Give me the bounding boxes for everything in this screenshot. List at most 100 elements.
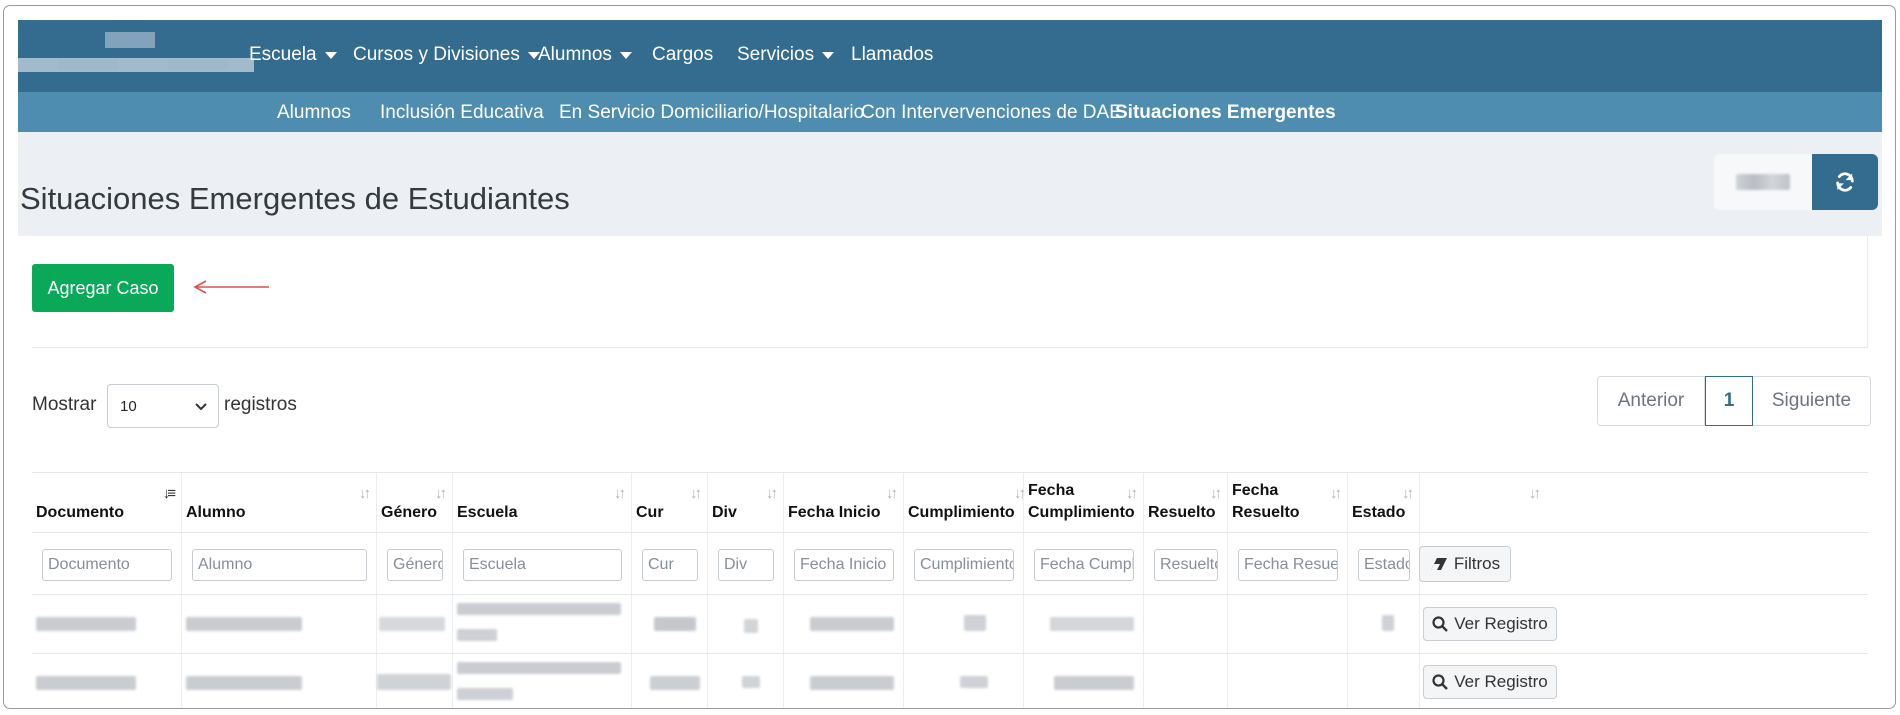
col-escuela-label: Escuela	[457, 504, 518, 521]
col-cur-label: Cur	[636, 504, 664, 521]
redacted-value	[379, 617, 445, 631]
filter-escuela-input[interactable]: Escuela	[463, 549, 622, 581]
window-frame: Escuela Cursos y Divisiones Alumnos Carg…	[3, 5, 1896, 709]
subnav-intervenciones-dae[interactable]: Con Intervervenciones de DAE	[861, 102, 1122, 124]
sort-icon: ↓↑	[1014, 485, 1026, 502]
refresh-icon	[1836, 172, 1854, 192]
nav-cursos-divisiones[interactable]: Cursos y Divisiones	[353, 44, 540, 66]
app: Escuela Cursos y Divisiones Alumnos Carg…	[18, 20, 1882, 708]
filter-cumplimiento-input[interactable]: Cumplimiento	[914, 549, 1014, 581]
divider	[32, 347, 1868, 348]
sub-navbar: Alumnos Inclusión Educativa En Servicio …	[18, 92, 1882, 132]
refresh-button[interactable]	[1812, 154, 1878, 210]
logo[interactable]	[18, 28, 254, 84]
filter-resuelto-input[interactable]: Resuelto	[1154, 549, 1218, 581]
filter-cur-input[interactable]: Cur	[642, 549, 698, 581]
col-estado-label: Estado	[1352, 504, 1406, 521]
redacted-value	[964, 615, 986, 631]
nav-escuela[interactable]: Escuela	[249, 44, 337, 66]
col-escuela[interactable]: Escuela ↓↑	[453, 473, 632, 532]
nav-cargos-label: Cargos	[652, 44, 714, 65]
filters-button[interactable]: Filtros	[1419, 546, 1511, 582]
pagination-next[interactable]: Siguiente	[1753, 376, 1871, 426]
sort-icon: ↓↑	[614, 485, 626, 502]
top-navbar: Escuela Cursos y Divisiones Alumnos Carg…	[18, 20, 1882, 92]
col-documento[interactable]: Documento ↓≡	[32, 473, 182, 532]
col-resuelto[interactable]: Resuelto ↓↑	[1144, 473, 1228, 532]
redacted-value	[744, 619, 758, 633]
filter-alumno-input[interactable]: Alumno	[192, 549, 367, 581]
page-title: Situaciones Emergentes de Estudiantes	[20, 181, 570, 216]
redacted-value	[650, 676, 700, 690]
col-fecha-cumplimiento-label: Fecha Cumplimiento	[1028, 482, 1135, 521]
sort-icon: ↓↑	[359, 485, 371, 502]
col-cur[interactable]: Cur ↓↑	[632, 473, 708, 532]
filter-fecha-resuelto-input[interactable]: Fecha Resuelto	[1238, 549, 1338, 581]
chevron-down-icon	[195, 403, 207, 411]
sort-icon: ↓↑	[435, 485, 447, 502]
nav-cursos-label: Cursos y Divisiones	[353, 44, 520, 65]
col-actions: ↓↑	[1420, 473, 1546, 532]
divider	[1867, 236, 1868, 348]
page-length-select[interactable]: 10	[107, 384, 219, 428]
length-prefix: Mostrar	[32, 394, 97, 415]
view-record-button[interactable]: Ver Registro	[1423, 607, 1557, 641]
sort-icon: ↓↑	[1529, 485, 1541, 502]
sort-icon: ↓↑	[1402, 485, 1414, 502]
filters-label: Filtros	[1453, 554, 1501, 573]
add-case-button[interactable]: Agregar Caso	[32, 264, 174, 312]
filter-fecha-inicio-input[interactable]: Fecha Inicio	[794, 549, 894, 581]
view-record-label: Ver Registro	[1454, 614, 1548, 633]
redacted-value	[186, 617, 302, 631]
subnav-situaciones-emergentes[interactable]: Situaciones Emergentes	[1115, 102, 1336, 124]
pagination-previous[interactable]: Anterior	[1597, 376, 1705, 426]
col-cumplimiento[interactable]: Cumplimiento ↓↑	[904, 473, 1026, 532]
eraser-icon	[1430, 558, 1447, 570]
sort-icon: ↓↑	[1330, 485, 1342, 502]
year-selector[interactable]	[1714, 154, 1812, 210]
pagination-page-1[interactable]: 1	[1705, 376, 1753, 426]
col-fecha-inicio[interactable]: Fecha Inicio ↓↑	[784, 473, 904, 532]
nav-alumnos[interactable]: Alumnos	[538, 44, 632, 66]
col-cumplimiento-label: Cumplimiento	[908, 504, 1015, 521]
redacted-value	[457, 688, 513, 700]
col-div-label: Div	[712, 504, 737, 521]
view-record-button[interactable]: Ver Registro	[1423, 665, 1557, 699]
redacted-value	[810, 676, 894, 690]
col-fecha-inicio-label: Fecha Inicio	[788, 504, 881, 521]
nav-servicios[interactable]: Servicios	[737, 44, 835, 66]
filter-fecha-cumplimiento-input[interactable]: Fecha Cumplir	[1034, 549, 1134, 581]
subnav-inclusion-educativa[interactable]: Inclusión Educativa	[380, 102, 544, 124]
cases-table: Documento ↓≡ Alumno ↓↑ Género ↓↑ Escuela ↓↑ …	[32, 472, 1868, 708]
filter-documento-input[interactable]: Documento	[42, 549, 172, 581]
nav-servicios-label: Servicios	[737, 44, 815, 65]
search-icon	[1432, 616, 1449, 632]
sort-icon: ↓↑	[690, 485, 702, 502]
col-alumno[interactable]: Alumno ↓↑	[182, 473, 377, 532]
length-suffix: registros	[224, 394, 297, 415]
table-row[interactable]: Ver Registro	[32, 594, 1868, 653]
redacted-value	[742, 676, 760, 688]
redacted-value	[654, 617, 696, 631]
nav-alumnos-label: Alumnos	[538, 44, 612, 65]
col-fecha-resuelto[interactable]: Fecha Resuelto ↓↑	[1228, 473, 1348, 532]
filter-div-input[interactable]: Div	[718, 549, 774, 581]
filter-estado-input[interactable]: Estado	[1358, 549, 1410, 581]
arrow-left-icon	[193, 280, 269, 294]
col-alumno-label: Alumno	[186, 504, 246, 521]
col-estado[interactable]: Estado ↓↑	[1348, 473, 1420, 532]
filter-genero-input[interactable]: Género	[387, 549, 443, 581]
redacted-value	[1054, 676, 1134, 690]
nav-llamados-label: Llamados	[851, 44, 934, 65]
table-header-row: Documento ↓≡ Alumno ↓↑ Género ↓↑ Escuela ↓↑ …	[32, 472, 1868, 532]
nav-cargos[interactable]: Cargos	[652, 44, 713, 66]
sort-icon: ↓↑	[766, 485, 778, 502]
col-fecha-cumplimiento[interactable]: Fecha Cumplimiento ↓↑	[1024, 473, 1144, 532]
table-row[interactable]: Ver Registro	[32, 653, 1868, 708]
nav-llamados[interactable]: Llamados	[851, 44, 933, 66]
col-div[interactable]: Div ↓↑	[708, 473, 784, 532]
subnav-servicio-domiciliario[interactable]: En Servicio Domiciliario/Hospitalario	[559, 102, 864, 124]
redacted-value	[1736, 174, 1790, 190]
col-genero[interactable]: Género ↓↑	[377, 473, 453, 532]
subnav-alumnos[interactable]: Alumnos	[277, 102, 351, 124]
